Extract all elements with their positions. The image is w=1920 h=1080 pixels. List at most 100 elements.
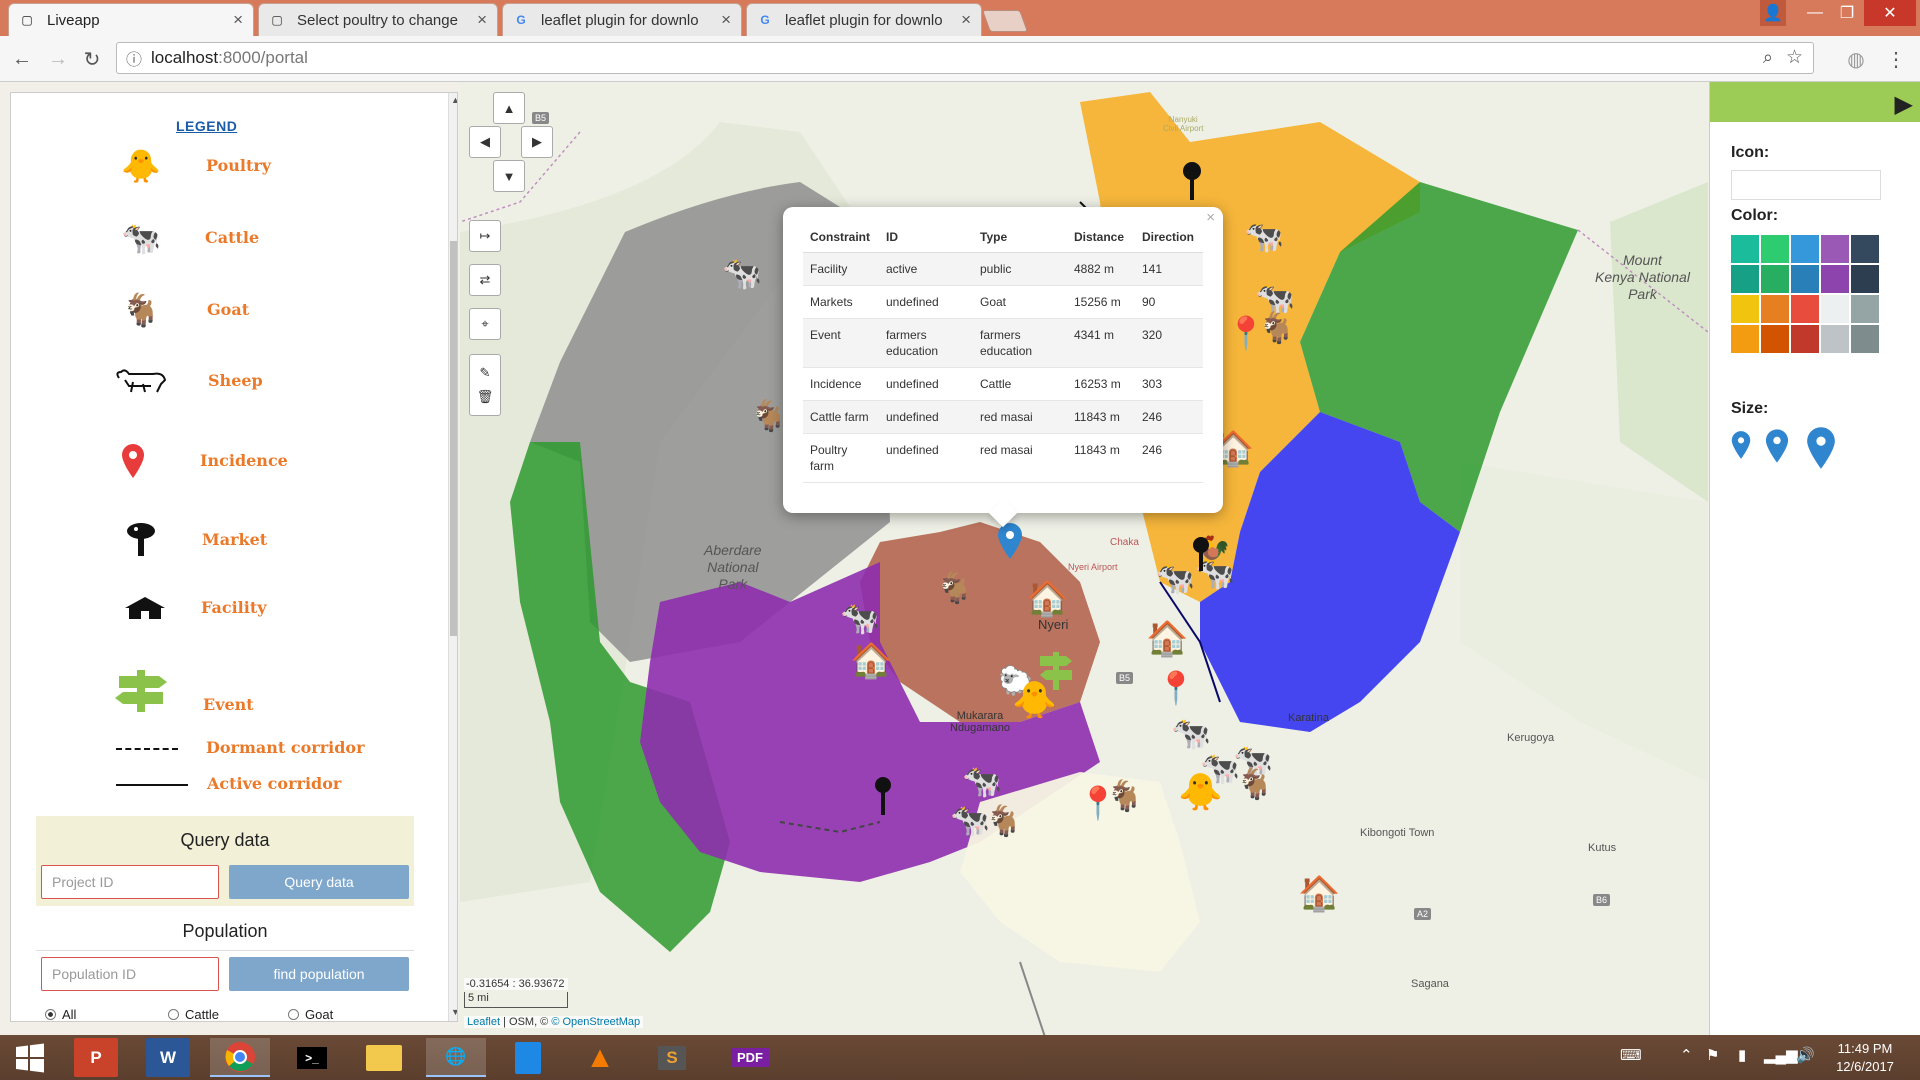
keyboard-icon[interactable]: ⌨ <box>1620 1046 1642 1064</box>
map-cow-icon[interactable]: 🐄 <box>1255 282 1295 314</box>
legend-scroll-thumb[interactable] <box>450 241 457 636</box>
tab-leaflet-plugin-2[interactable]: G leaflet plugin for downlo × <box>746 3 982 36</box>
marker-draw-icon[interactable]: ⌖ <box>469 308 501 340</box>
map-selected-pin-icon[interactable] <box>997 522 1023 566</box>
size-medium-pin-icon[interactable] <box>1765 428 1789 469</box>
map-red-pin-icon[interactable]: 📍 <box>1226 317 1266 349</box>
collapse-arrow-icon[interactable]: ▶ <box>1895 90 1913 119</box>
start-button[interactable] <box>0 1038 60 1077</box>
color-swatch[interactable] <box>1761 265 1789 293</box>
map-house-icon[interactable]: 🏠 <box>1026 582 1068 616</box>
color-swatch[interactable] <box>1731 265 1759 293</box>
pan-up-button[interactable]: ▲ <box>493 92 525 124</box>
map-goat-icon[interactable]: 🐐 <box>1236 770 1273 800</box>
bookmark-star-icon[interactable]: ☆ <box>1786 46 1803 69</box>
back-icon[interactable]: ← <box>8 45 36 73</box>
color-swatch[interactable] <box>1851 235 1879 263</box>
file-explorer-icon[interactable] <box>354 1038 414 1077</box>
map-red-pin-icon[interactable]: 📍 <box>1078 787 1118 819</box>
color-swatch[interactable] <box>1851 295 1879 323</box>
map-house-icon[interactable]: 🏠 <box>850 644 892 678</box>
close-tab-icon[interactable]: × <box>961 10 971 30</box>
system-clock[interactable]: 11:49 PM 12/6/2017 <box>1820 1040 1910 1076</box>
query-data-button[interactable]: Query data <box>229 865 409 899</box>
edit-icon[interactable]: ✎ <box>476 361 495 385</box>
openstreetmap-link[interactable]: © OpenStreetMap <box>551 1016 640 1028</box>
word-icon[interactable]: W <box>146 1038 190 1077</box>
color-swatch[interactable] <box>1791 265 1819 293</box>
swap-icon[interactable]: ⇄ <box>469 264 501 296</box>
map-market-pin-icon[interactable] <box>1180 162 1204 207</box>
color-swatch[interactable] <box>1821 295 1849 323</box>
close-tab-icon[interactable]: × <box>233 10 243 30</box>
minimize-button[interactable]: — <box>1800 0 1830 26</box>
restore-button[interactable]: ❐ <box>1830 0 1864 26</box>
powerpoint-icon[interactable]: P <box>74 1038 118 1077</box>
scroll-up-icon[interactable]: ▲ <box>451 95 457 105</box>
color-swatch[interactable] <box>1761 235 1789 263</box>
forward-icon[interactable]: → <box>44 45 72 73</box>
popup-close-icon[interactable]: × <box>1206 209 1215 226</box>
leaflet-link[interactable]: Leaflet <box>467 1016 500 1028</box>
map-goat-icon[interactable]: 🐐 <box>936 574 973 604</box>
chrome-icon[interactable] <box>210 1038 270 1077</box>
map-market-pin-icon[interactable] <box>1190 537 1212 578</box>
pan-down-button[interactable]: ▼ <box>493 160 525 192</box>
color-swatch[interactable] <box>1761 325 1789 353</box>
vlc-icon[interactable]: ▲ <box>570 1038 630 1077</box>
pan-right-button[interactable]: ▶ <box>521 126 553 158</box>
radio-all[interactable]: All <box>45 1007 76 1021</box>
map-cow-icon[interactable]: 🐄 <box>962 765 1002 797</box>
radio-cattle[interactable]: Cattle <box>168 1007 219 1021</box>
find-population-button[interactable]: find population <box>229 957 409 991</box>
color-swatch[interactable] <box>1791 295 1819 323</box>
color-swatch[interactable] <box>1821 325 1849 353</box>
flag-icon[interactable]: ⚑ <box>1706 1046 1719 1064</box>
new-tab-button[interactable] <box>981 10 1029 32</box>
zoom-icon[interactable]: ⌕ <box>1763 47 1773 68</box>
color-swatch[interactable] <box>1731 235 1759 263</box>
map-house-icon[interactable]: 🏠 <box>1146 622 1188 656</box>
map-chicken-icon[interactable]: 🐥 <box>1012 682 1057 718</box>
color-swatch[interactable] <box>1731 325 1759 353</box>
color-swatch[interactable] <box>1851 265 1879 293</box>
icon-input[interactable] <box>1731 170 1881 200</box>
map-cow-icon[interactable]: 🐄 <box>722 257 762 289</box>
measure-icon[interactable]: ↦ <box>469 220 501 252</box>
close-window-button[interactable]: ✕ <box>1864 0 1916 26</box>
network-app-icon[interactable]: 🌐 <box>426 1038 486 1077</box>
close-tab-icon[interactable]: × <box>721 10 731 30</box>
color-swatch[interactable] <box>1821 265 1849 293</box>
map-house-icon[interactable]: 🏠 <box>1298 877 1340 911</box>
radio-goat[interactable]: Goat <box>288 1007 333 1021</box>
map-cow-icon[interactable]: 🐄 <box>1244 220 1284 252</box>
color-swatch[interactable] <box>1851 325 1879 353</box>
color-swatch[interactable] <box>1791 235 1819 263</box>
volume-icon[interactable]: 🔊 <box>1796 1046 1815 1064</box>
tab-liveapp[interactable]: ▢ Liveapp × <box>8 3 254 36</box>
reload-icon[interactable]: ↻ <box>78 45 106 73</box>
extension-icon[interactable]: ◍ <box>1842 45 1870 73</box>
battery-icon[interactable]: ▮ <box>1738 1046 1746 1064</box>
map-cow-icon[interactable]: 🐄 <box>1171 717 1211 749</box>
sublime-icon[interactable]: S <box>642 1038 702 1077</box>
map-chicken-icon[interactable]: 🐥 <box>1178 774 1223 810</box>
user-icon[interactable]: 👤 <box>1760 0 1786 26</box>
tray-expand-icon[interactable]: ⌃ <box>1680 1046 1693 1064</box>
tab-leaflet-plugin-1[interactable]: G leaflet plugin for downlo × <box>502 3 742 36</box>
close-tab-icon[interactable]: × <box>477 10 487 30</box>
signal-icon[interactable]: ▂▄▆ <box>1764 1046 1798 1064</box>
scroll-down-icon[interactable]: ▼ <box>451 1007 457 1017</box>
map-cow-icon[interactable]: 🐄 <box>950 804 990 836</box>
size-small-pin-icon[interactable] <box>1731 430 1751 465</box>
map-red-pin-icon[interactable]: 📍 <box>1156 672 1196 704</box>
project-id-input[interactable]: Project ID <box>41 865 219 899</box>
size-large-pin-icon[interactable] <box>1806 426 1836 475</box>
notes-app-icon[interactable] <box>498 1038 558 1077</box>
map-cow-icon[interactable]: 🐄 <box>1155 562 1195 594</box>
map-market-pin-icon[interactable] <box>872 777 894 822</box>
trash-icon[interactable]: 🗑 <box>473 385 498 409</box>
pan-left-button[interactable]: ◀ <box>469 126 501 158</box>
color-swatch[interactable] <box>1821 235 1849 263</box>
map-goat-icon[interactable]: 🐐 <box>750 402 787 432</box>
